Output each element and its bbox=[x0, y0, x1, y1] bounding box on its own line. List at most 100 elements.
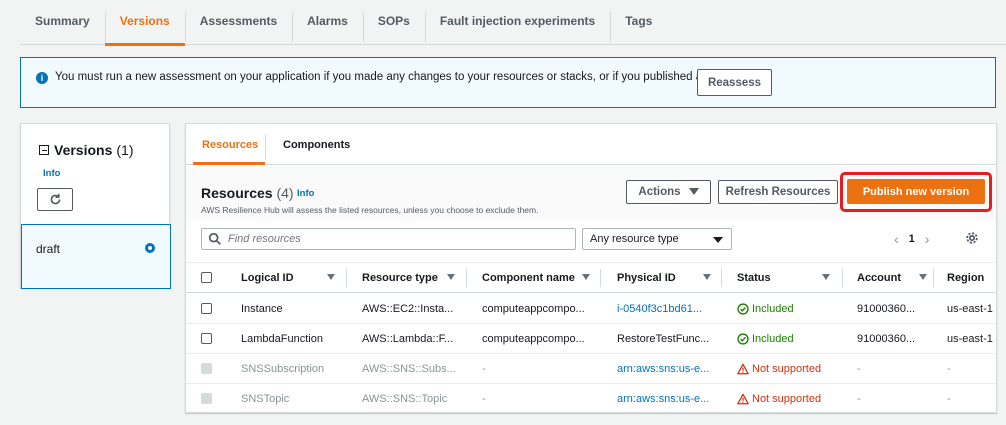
cell-account: 91000360... bbox=[857, 303, 916, 315]
cell-component-name: computeappcompo... bbox=[482, 333, 585, 345]
column-resource-type[interactable]: Resource type bbox=[362, 272, 438, 284]
cell-region: us-east-1 bbox=[947, 303, 993, 315]
version-label: draft bbox=[36, 242, 61, 256]
tab-summary[interactable]: Summary bbox=[20, 0, 105, 45]
settings-icon[interactable] bbox=[965, 231, 979, 245]
cell-account: 91000360... bbox=[857, 333, 916, 345]
cell-logical-id: SNSTopic bbox=[241, 393, 290, 405]
check-circle-icon bbox=[737, 333, 749, 345]
table-row: SNSSubscription AWS::SNS::Subs... - arn:… bbox=[186, 354, 996, 384]
cell-resource-type: AWS::EC2::Insta... bbox=[362, 303, 454, 315]
row-checkbox[interactable] bbox=[201, 333, 212, 344]
versions-info-link[interactable]: Info bbox=[43, 168, 60, 179]
resources-info-link[interactable]: Info bbox=[297, 188, 314, 199]
column-logical-id[interactable]: Logical ID bbox=[241, 272, 294, 284]
cell-physical-id-link[interactable]: arn:aws:sns:us-e... bbox=[617, 363, 709, 375]
pagination: ‹ 1 › bbox=[894, 231, 929, 247]
chevron-right-icon[interactable]: › bbox=[925, 231, 930, 247]
resource-type-select[interactable]: Any resource type bbox=[582, 228, 732, 250]
cell-account: - bbox=[857, 363, 861, 375]
caret-down-icon bbox=[713, 237, 723, 243]
column-region[interactable]: Region bbox=[947, 272, 984, 284]
cell-status: Not supported bbox=[737, 363, 821, 375]
versions-header: Versions (1) bbox=[39, 142, 134, 158]
column-account[interactable]: Account bbox=[857, 272, 901, 284]
table-row: SNSTopic AWS::SNS::Topic - arn:aws:sns:u… bbox=[186, 384, 996, 412]
column-component-name[interactable]: Component name bbox=[482, 272, 575, 284]
row-checkbox-disabled bbox=[201, 363, 212, 374]
sort-icon[interactable] bbox=[703, 274, 711, 280]
cell-status: Included bbox=[737, 303, 794, 315]
version-radio[interactable] bbox=[145, 243, 155, 253]
cell-resource-type: AWS::SNS::Topic bbox=[362, 393, 448, 405]
cell-component-name: - bbox=[482, 363, 486, 375]
tab-fault-injection-experiments[interactable]: Fault injection experiments bbox=[424, 0, 610, 45]
resources-container: Resources Components Resources (4) Info … bbox=[185, 123, 997, 413]
column-divider bbox=[842, 269, 843, 287]
tab-assessments[interactable]: Assessments bbox=[184, 0, 292, 45]
active-tab-indicator bbox=[193, 162, 265, 165]
inner-tab-bar: Resources Components bbox=[186, 124, 996, 165]
versions-panel: Versions (1) Info draft bbox=[20, 123, 171, 289]
cell-physical-id-link[interactable]: arn:aws:sns:us-e... bbox=[617, 393, 709, 405]
cell-status: Not supported bbox=[737, 393, 821, 405]
column-divider bbox=[346, 269, 347, 287]
page-number[interactable]: 1 bbox=[909, 233, 915, 245]
cell-physical-id-link[interactable]: i-0540f3c1bd61... bbox=[617, 303, 702, 315]
top-tab-bar: Summary Versions Assessments Alarms SOPs… bbox=[20, 0, 1006, 46]
info-icon: i bbox=[36, 72, 48, 84]
info-banner: i You must run a new assessment on your … bbox=[20, 57, 996, 108]
resources-count: (4) bbox=[276, 185, 294, 201]
cell-resource-type: AWS::Lambda::F... bbox=[362, 333, 454, 345]
reassess-button[interactable]: Reassess bbox=[697, 69, 772, 96]
cell-component-name: - bbox=[482, 393, 486, 405]
cell-account: - bbox=[857, 393, 861, 405]
warning-icon bbox=[737, 363, 749, 375]
actions-dropdown-button[interactable]: Actions bbox=[626, 180, 711, 204]
column-divider bbox=[721, 269, 722, 287]
tab-components[interactable]: Components bbox=[283, 139, 350, 151]
version-item-draft[interactable]: draft bbox=[21, 224, 171, 289]
tab-tags[interactable]: Tags bbox=[610, 0, 667, 45]
cell-status: Included bbox=[737, 333, 794, 345]
actions-label: Actions bbox=[638, 186, 681, 198]
cell-region: us-east-1 bbox=[947, 333, 993, 345]
sort-icon[interactable] bbox=[919, 274, 927, 280]
warning-icon bbox=[737, 393, 749, 405]
column-status[interactable]: Status bbox=[737, 272, 771, 284]
sort-icon[interactable] bbox=[447, 274, 455, 280]
refresh-resources-button[interactable]: Refresh Resources bbox=[718, 180, 838, 204]
table-row[interactable]: LambdaFunction AWS::Lambda::F... compute… bbox=[186, 324, 996, 354]
sort-icon[interactable] bbox=[822, 274, 830, 280]
caret-down-icon bbox=[688, 188, 699, 195]
column-physical-id[interactable]: Physical ID bbox=[617, 272, 676, 284]
highlight-box: Publish new version bbox=[840, 172, 992, 212]
refresh-versions-button[interactable] bbox=[37, 188, 73, 211]
chevron-left-icon[interactable]: ‹ bbox=[894, 231, 899, 247]
refresh-icon bbox=[50, 193, 60, 205]
cell-logical-id: LambdaFunction bbox=[241, 333, 323, 345]
tab-alarms[interactable]: Alarms bbox=[292, 0, 363, 45]
resource-type-value: Any resource type bbox=[590, 233, 679, 245]
cell-logical-id: SNSSubscription bbox=[241, 363, 325, 375]
sort-icon[interactable] bbox=[582, 274, 590, 280]
select-all-checkbox[interactable] bbox=[201, 272, 212, 283]
tab-versions[interactable]: Versions bbox=[104, 0, 185, 46]
search-input[interactable] bbox=[228, 233, 568, 245]
tab-sops[interactable]: SOPs bbox=[362, 0, 425, 45]
publish-new-version-button[interactable]: Publish new version bbox=[847, 179, 985, 204]
versions-title: Versions bbox=[54, 142, 113, 158]
cell-physical-id: RestoreTestFunc... bbox=[617, 333, 710, 345]
column-divider bbox=[933, 269, 934, 287]
tab-resources[interactable]: Resources bbox=[202, 139, 258, 151]
collapse-icon[interactable] bbox=[39, 145, 49, 155]
sort-icon[interactable] bbox=[327, 274, 335, 280]
status-text: Included bbox=[752, 303, 794, 315]
search-field[interactable] bbox=[201, 228, 576, 250]
row-checkbox[interactable] bbox=[201, 303, 212, 314]
status-text: Not supported bbox=[752, 363, 822, 375]
cell-resource-type: AWS::SNS::Subs... bbox=[362, 363, 456, 375]
table-row[interactable]: Instance AWS::EC2::Insta... computeappco… bbox=[186, 294, 996, 324]
search-icon bbox=[208, 232, 221, 245]
status-text: Not supported bbox=[752, 393, 822, 405]
